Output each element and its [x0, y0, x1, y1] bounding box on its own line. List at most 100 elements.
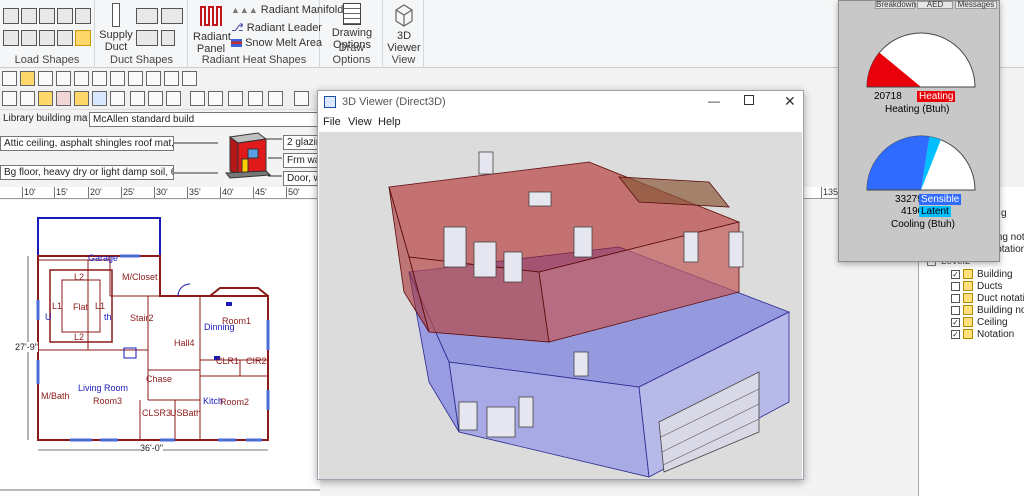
lock-tool-icon[interactable] — [38, 91, 53, 106]
chart-icon[interactable] — [182, 71, 197, 86]
picture-tool-icon[interactable] — [294, 91, 309, 106]
door-icon[interactable] — [57, 8, 73, 24]
home-tool-icon[interactable] — [2, 91, 17, 106]
cube-icon — [395, 4, 413, 27]
calc-icon[interactable] — [128, 71, 143, 86]
layer-item-notation[interactable]: ✓ Notation — [939, 329, 1024, 341]
layer-item-building-notation[interactable]: Building nota — [939, 305, 1024, 317]
dimension-tool-icon[interactable] — [190, 91, 205, 106]
floor-plan-canvas[interactable]: Garage M/Closet L2 L1 Flat L1 L2 Stair2 … — [0, 200, 320, 496]
leader-icon: ⎇ — [231, 22, 244, 34]
door-material-field[interactable]: Door, wd — [283, 171, 320, 186]
room-label: Flat — [73, 302, 89, 312]
duct-run-icon[interactable] — [136, 8, 158, 24]
floor-material-field[interactable]: Bg floor, heavy dry or light damp soil, … — [0, 165, 174, 180]
ceiling-material-field[interactable]: Attic ceiling, asphalt shingles roof mat… — [0, 136, 174, 151]
cooling-gauge — [866, 135, 976, 191]
align2-tool-icon[interactable] — [148, 91, 163, 106]
fit-tool-icon[interactable] — [268, 91, 283, 106]
layer-checkbox[interactable] — [951, 306, 960, 315]
align3-tool-icon[interactable] — [166, 91, 181, 106]
pointer-icon[interactable] — [75, 30, 91, 46]
layer-folder-icon — [963, 269, 973, 279]
print-icon[interactable] — [56, 71, 71, 86]
maximize-button[interactable] — [744, 95, 754, 105]
room-label: L1 — [95, 301, 106, 311]
drawing-options-icon — [343, 3, 361, 25]
room-label: Garage — [88, 253, 119, 263]
duct-branch-icon[interactable] — [136, 30, 158, 46]
menu-help[interactable]: Help — [378, 116, 401, 128]
minimize-button[interactable]: — — [708, 94, 720, 108]
duct-elbow-icon[interactable] — [161, 30, 175, 46]
building-materials-panel: Library building materials McAllen stand… — [0, 111, 320, 186]
group-draw-options: Drawing Options Draw Options — [321, 0, 383, 68]
layer-item-building[interactable]: ✓ Building — [939, 269, 1024, 281]
layer-folder-icon — [963, 293, 973, 303]
cooling-caption: Cooling (Btuh) — [891, 219, 955, 230]
supply-duct-button[interactable]: Supply Duct — [98, 3, 134, 53]
cross-room-icon[interactable] — [21, 30, 37, 46]
ruler-tick: 40' — [220, 187, 234, 198]
library-select[interactable]: McAllen standard build — [89, 112, 320, 127]
layer-checkbox[interactable]: ✓ — [951, 330, 960, 339]
3d-viewer-button[interactable]: 3D Viewer — [386, 3, 422, 54]
viewer-titlebar[interactable]: 3D Viewer (Direct3D) — ✕ — [318, 91, 803, 113]
align-tool-icon[interactable] — [130, 91, 145, 106]
wall-icon[interactable] — [39, 8, 55, 24]
wall-material-field[interactable]: Frm wall, — [283, 153, 320, 168]
dimension3-tool-icon[interactable] — [228, 91, 243, 106]
glazing-material-field[interactable]: 2 glazing, — [283, 135, 320, 150]
window-icon[interactable] — [75, 8, 91, 24]
rect-room-icon[interactable] — [3, 8, 19, 24]
settings-tool-icon[interactable] — [74, 91, 89, 106]
close-button[interactable]: ✕ — [784, 93, 796, 110]
tab-messages[interactable]: Messages — [955, 1, 997, 9]
vertical-dimension: 27'-9" — [15, 342, 38, 352]
group-label-radiant-heat: Radiant Heat Shapes — [201, 54, 307, 66]
new-file-icon[interactable] — [2, 71, 17, 86]
copy-room-icon[interactable] — [3, 30, 19, 46]
group-radiant-heat-shapes: Radiant Panel ▲▲▲ Radiant Manifold ⎇ Rad… — [189, 0, 343, 68]
report-icon[interactable] — [146, 71, 161, 86]
split-room-icon[interactable] — [21, 8, 37, 24]
radiant-leader-button[interactable]: ⎇ Radiant Leader — [231, 21, 322, 34]
track-icon[interactable] — [57, 30, 73, 46]
ruler-tick: 10' — [22, 187, 36, 198]
grid-tool-icon[interactable] — [56, 91, 71, 106]
layer-item-ceiling[interactable]: ✓ Ceiling — [939, 317, 1024, 329]
heating-gauge — [866, 32, 976, 88]
3d-scene[interactable] — [319, 132, 802, 479]
heating-badge: Heating — [917, 91, 956, 102]
menu-view[interactable]: View — [348, 116, 372, 128]
ruler-tick: 35' — [187, 187, 201, 198]
grid-icon[interactable] — [39, 30, 55, 46]
ruler-tick: 15' — [54, 187, 68, 198]
select-tool-icon[interactable] — [110, 91, 125, 106]
duct-tee-icon[interactable] — [161, 8, 183, 24]
radiant-panel-button[interactable]: Radiant Panel — [193, 4, 231, 55]
snow-melt-area-button[interactable]: Snow Melt Area — [231, 37, 322, 49]
tab-breakdown[interactable]: Breakdown — [875, 1, 916, 9]
mail-icon[interactable] — [110, 71, 125, 86]
3d-viewer-window[interactable]: 3D Viewer (Direct3D) — ✕ File View Help — [317, 90, 804, 480]
home-icon[interactable] — [92, 71, 107, 86]
layer-item-duct-notation[interactable]: Duct notatio — [939, 293, 1024, 305]
dimension2-tool-icon[interactable] — [208, 91, 223, 106]
save-icon[interactable] — [38, 71, 53, 86]
layer-checkbox[interactable]: ✓ — [951, 270, 960, 279]
tab-aed[interactable]: AED — [917, 1, 953, 9]
layer-checkbox[interactable]: ✓ — [951, 318, 960, 327]
layer-checkbox[interactable] — [951, 294, 960, 303]
layer-checkbox[interactable] — [951, 282, 960, 291]
sensible-badge: Sensible — [919, 194, 962, 205]
monitor-icon[interactable] — [164, 71, 179, 86]
open-folder-icon[interactable] — [20, 71, 35, 86]
menu-file[interactable]: File — [323, 116, 341, 128]
preview-icon[interactable] — [74, 71, 89, 86]
layer-item-ducts[interactable]: Ducts — [939, 281, 1024, 293]
layers-tool-icon[interactable] — [92, 91, 107, 106]
measure-tool-icon[interactable] — [248, 91, 263, 106]
undo-tool-icon[interactable] — [20, 91, 35, 106]
load-gauge-window[interactable]: Breakdown AED Messages 20718 Heating Hea… — [838, 0, 1000, 262]
